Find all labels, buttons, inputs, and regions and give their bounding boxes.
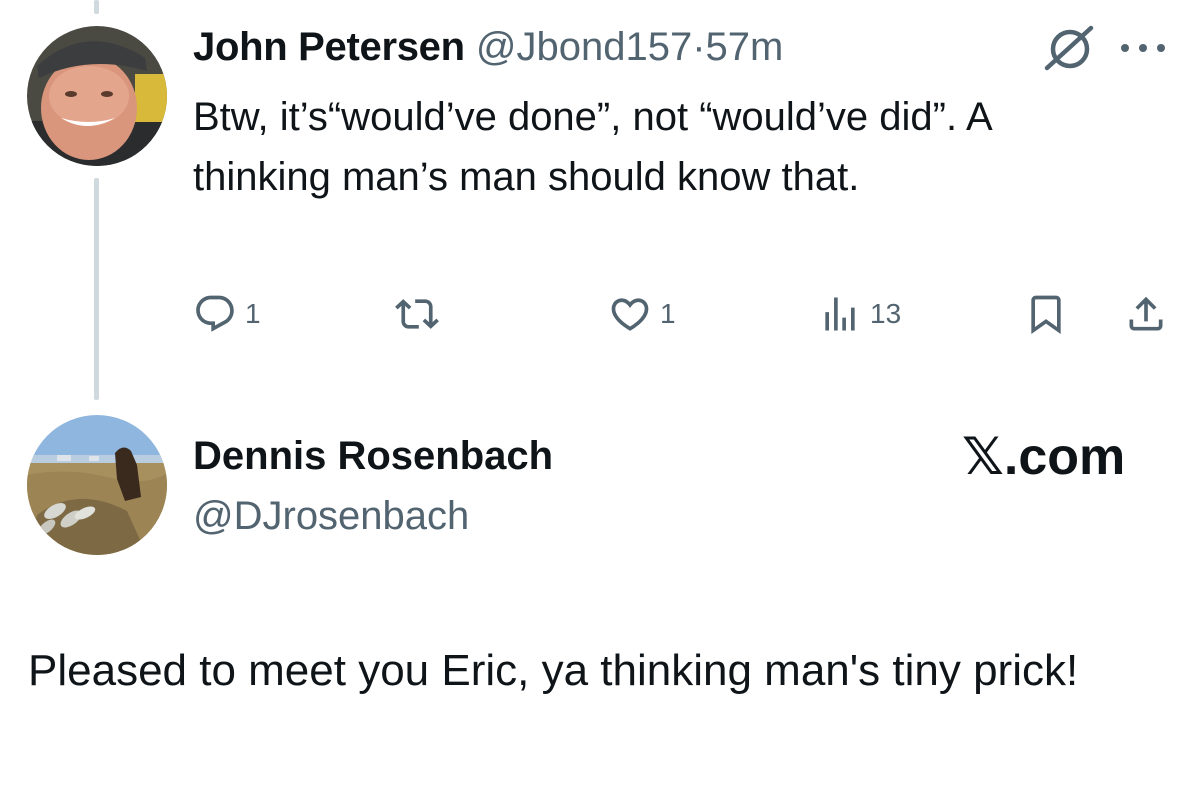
author-name[interactable]: Dennis Rosenbach [193,431,553,481]
reply-icon [196,295,234,332]
separator-dot: · [692,25,706,69]
bookmark-icon [1031,295,1061,335]
avatar-john-petersen[interactable] [27,26,167,166]
share-icon [1129,296,1163,331]
reply-count: 1 [245,298,261,329]
author-handle[interactable]: @DJrosenbach [193,491,469,541]
brand-watermark: 𝕏.com [962,428,1126,486]
reply-button[interactable]: 1 [193,292,261,336]
bookmark-button[interactable] [1024,292,1068,336]
thread-line-top [94,0,99,14]
tweet1-text: Btw, it’s“would’ve done”, not “would’ve … [193,95,991,199]
views-button[interactable]: 13 [818,292,901,336]
like-count: 1 [660,298,676,329]
like-button[interactable]: 1 [608,292,676,336]
author-handle[interactable]: @Jbond157 [476,25,692,69]
avatar-dennis-rosenbach[interactable] [27,415,167,555]
repost-button[interactable] [395,292,447,336]
tweet1-header: John Petersen @Jbond157·57m [193,22,783,72]
tweet2-text: Pleased to meet you Eric, ya thinking ma… [28,646,1079,695]
author-name[interactable]: John Petersen [193,25,465,69]
repost-icon [395,299,439,329]
views-icon [825,297,855,331]
grok-icon[interactable] [1043,22,1095,74]
more-icon[interactable] [1115,38,1171,58]
post-time[interactable]: 57m [706,25,784,69]
views-count: 13 [870,298,902,329]
thread-line-bottom [94,178,99,400]
like-icon [611,298,649,331]
share-button[interactable] [1124,292,1168,336]
